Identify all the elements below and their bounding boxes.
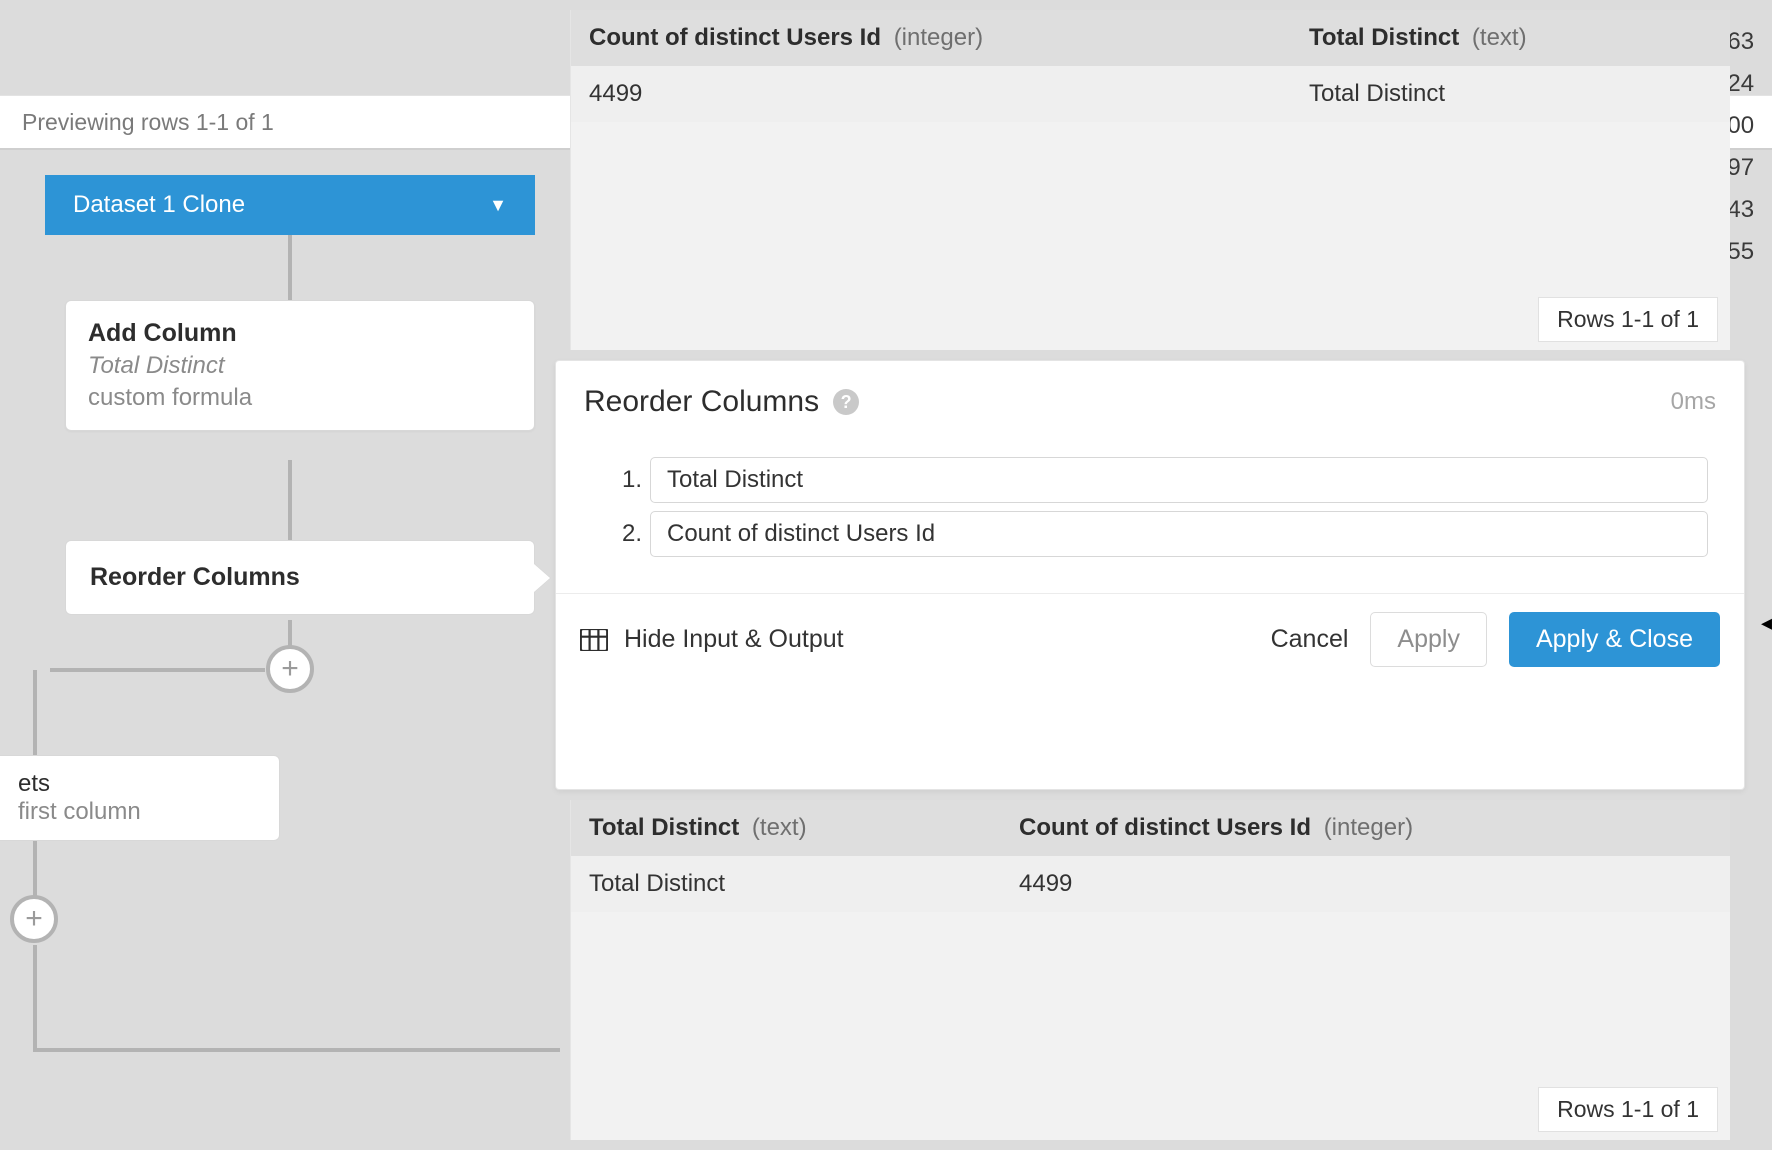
panel-timing: 0ms (1671, 388, 1716, 416)
cell: 4499 (1001, 856, 1730, 912)
col-header-type: (integer) (1324, 814, 1413, 841)
order-number: 1. (616, 466, 650, 494)
col-header-type: (text) (752, 814, 807, 841)
input-preview-table: Count of distinct Users Id (integer) Tot… (570, 10, 1730, 350)
table-icon (580, 629, 608, 651)
column-order-input-1[interactable] (650, 457, 1708, 503)
plus-icon: + (281, 654, 299, 684)
dataset-chip[interactable]: Dataset 1 Clone ▼ (45, 175, 535, 235)
node-title: Add Column (88, 319, 512, 348)
reorder-columns-panel: Reorder Columns ? 0ms 1. 2. Hide Input &… (555, 360, 1745, 790)
sidebar-expand-arrow[interactable]: ◂ (1761, 610, 1772, 636)
order-number: 2. (616, 520, 650, 548)
chevron-down-icon: ▼ (489, 195, 507, 216)
plus-icon: + (25, 904, 43, 934)
output-preview-table: Total Distinct (text) Count of distinct … (570, 800, 1730, 1140)
cell: 4499 (571, 66, 1291, 122)
col-header-name: Total Distinct (1309, 24, 1459, 51)
col-header-name: Count of distinct Users Id (589, 24, 881, 51)
rows-badge: Rows 1-1 of 1 (1538, 297, 1718, 342)
node-partial-line1: ets (18, 770, 261, 798)
apply-close-button[interactable]: Apply & Close (1509, 612, 1720, 667)
col-header-type: (text) (1472, 24, 1527, 51)
panel-title: Reorder Columns (584, 385, 819, 419)
cell: Total Distinct (1291, 66, 1730, 122)
add-step-button-2[interactable]: + (10, 895, 58, 943)
toggle-io-button[interactable]: Hide Input & Output (624, 625, 844, 654)
col-header-name: Total Distinct (589, 814, 739, 841)
col-header-name: Count of distinct Users Id (1019, 814, 1311, 841)
add-step-button[interactable]: + (266, 645, 314, 693)
node-partial-line2: first column (18, 798, 261, 826)
column-order-input-2[interactable] (650, 511, 1708, 557)
apply-button[interactable]: Apply (1370, 612, 1487, 667)
node-subtitle: Total Distinct (88, 352, 512, 380)
preview-text: Previewing rows 1-1 of 1 (22, 109, 274, 136)
node-partial-left[interactable]: ets first column (0, 755, 280, 841)
cell: Total Distinct (571, 856, 1001, 912)
help-icon[interactable]: ? (833, 389, 859, 415)
node-title: Reorder Columns (90, 563, 300, 591)
node-reorder-columns[interactable]: Reorder Columns (65, 540, 535, 615)
rows-badge: Rows 1-1 of 1 (1538, 1087, 1718, 1132)
node-add-column[interactable]: Add Column Total Distinct custom formula (65, 300, 535, 431)
col-header-type: (integer) (894, 24, 983, 51)
node-subtitle2: custom formula (88, 384, 512, 412)
table-row: 4499 Total Distinct (571, 66, 1730, 122)
cancel-button[interactable]: Cancel (1271, 625, 1349, 654)
dataset-label: Dataset 1 Clone (73, 191, 245, 219)
table-row: Total Distinct 4499 (571, 856, 1730, 912)
